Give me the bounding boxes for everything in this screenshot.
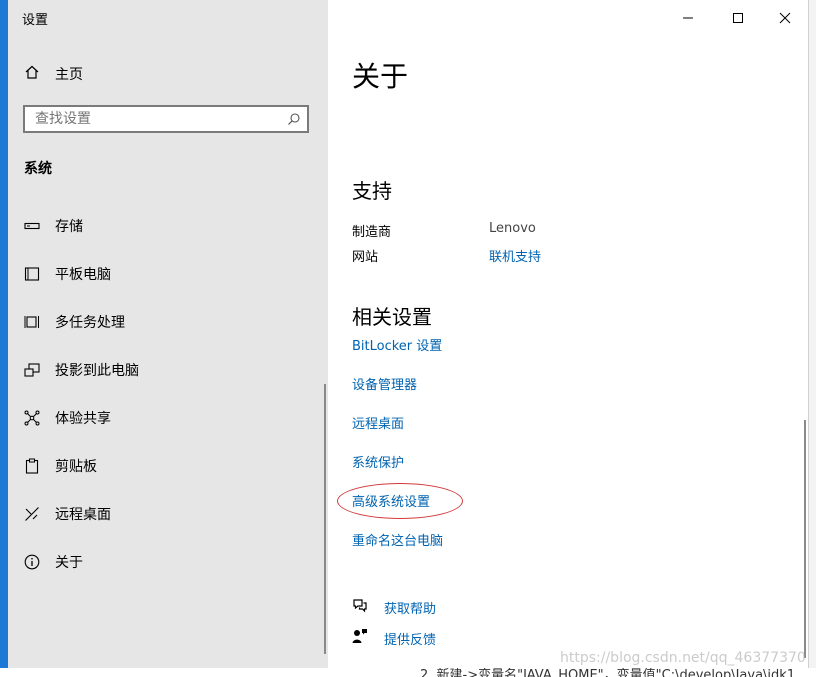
rename-pc-link[interactable]: 重命名这台电脑 (352, 530, 443, 549)
sidebar-item-label: 投影到此电脑 (55, 363, 139, 379)
sidebar-item-project[interactable]: 投影到此电脑 (8, 346, 328, 394)
sidebar-item-remote-desktop[interactable]: 远程桌面 (8, 490, 328, 538)
sidebar-scrollbar[interactable] (324, 384, 326, 654)
sidebar-section-heading: 系统 (24, 161, 52, 177)
device-manager-link[interactable]: 设备管理器 (352, 374, 417, 393)
sidebar-item-label: 远程桌面 (55, 507, 111, 523)
sidebar-item-tablet[interactable]: 平板电脑 (8, 250, 328, 298)
sidebar-item-label: 平板电脑 (55, 267, 111, 283)
website-label: 网站 (352, 250, 379, 265)
multitasking-icon (24, 314, 40, 330)
info-icon (24, 554, 40, 570)
close-icon (779, 9, 791, 28)
bitlocker-settings-link[interactable]: BitLocker 设置 (352, 335, 442, 354)
system-protection-link[interactable]: 系统保护 (352, 452, 404, 471)
background-document-strip: 2. 新建->变量名"JAVA_HOME"，变量值"C:\develop\Jav… (0, 668, 816, 677)
home-label: 主页 (55, 67, 83, 83)
minimize-button[interactable] (665, 5, 711, 31)
shared-experiences-icon (24, 410, 40, 426)
content-scrollbar[interactable] (804, 420, 806, 658)
sidebar-item-shared-experiences[interactable]: 体验共享 (8, 394, 328, 442)
maximize-icon (732, 9, 744, 28)
watermark-text: https://blog.csdn.net/qq_46377370 (560, 650, 806, 666)
get-help-item[interactable]: 获取帮助 (352, 597, 436, 617)
sidebar-item-multitasking[interactable]: 多任务处理 (8, 298, 328, 346)
support-heading: 支持 (352, 179, 392, 203)
sidebar: 设置 主页 系统 存储 平板电脑 多任务处理 (8, 0, 328, 668)
sidebar-item-label: 多任务处理 (55, 315, 125, 331)
storage-icon (24, 218, 40, 234)
sidebar-item-label: 存储 (55, 219, 83, 235)
advanced-system-settings-link[interactable]: 高级系统设置 (352, 491, 430, 510)
sidebar-item-about[interactable]: 关于 (8, 538, 328, 586)
sidebar-item-label: 体验共享 (55, 411, 111, 427)
clipboard-icon (24, 458, 40, 474)
background-window-edge (808, 0, 816, 677)
online-support-link[interactable]: 联机支持 (489, 246, 541, 265)
sidebar-nav: 存储 平板电脑 多任务处理 投影到此电脑 体验共享 剪贴板 远程桌面 关于 (8, 202, 328, 586)
close-button[interactable] (762, 5, 808, 31)
settings-window: 设置 主页 系统 存储 平板电脑 多任务处理 (8, 0, 808, 668)
search-input[interactable] (25, 107, 275, 131)
manufacturer-label: 制造商 (352, 225, 392, 240)
project-icon (24, 362, 40, 378)
remote-desktop-icon (24, 506, 40, 522)
sidebar-item-label: 剪贴板 (55, 459, 97, 475)
search-icon[interactable] (287, 111, 301, 130)
maximize-button[interactable] (715, 5, 761, 31)
search-box[interactable] (23, 105, 309, 133)
manufacturer-value: Lenovo (489, 221, 536, 236)
sidebar-item-clipboard[interactable]: 剪贴板 (8, 442, 328, 490)
feedback-item[interactable]: 提供反馈 (352, 628, 436, 648)
feedback-link: 提供反馈 (384, 632, 437, 648)
tablet-icon (24, 266, 40, 282)
content-pane: 关于 支持 制造商 Lenovo 网站 联机支持 相关设置 BitLocker … (328, 0, 808, 668)
page-title: 关于 (352, 60, 409, 93)
feedback-icon (352, 628, 368, 648)
window-title: 设置 (22, 13, 49, 28)
sidebar-item-storage[interactable]: 存储 (8, 202, 328, 250)
home-icon (24, 64, 40, 84)
sidebar-item-label: 关于 (55, 555, 83, 571)
related-settings-heading: 相关设置 (352, 305, 432, 329)
background-document-text: 2. 新建->变量名"JAVA_HOME"，变量值"C:\develop\Jav… (420, 668, 796, 677)
remote-desktop-link[interactable]: 远程桌面 (352, 413, 404, 432)
home-nav-item[interactable]: 主页 (24, 63, 83, 85)
minimize-icon (682, 9, 694, 28)
chat-help-icon (352, 597, 368, 617)
get-help-link: 获取帮助 (384, 601, 437, 617)
